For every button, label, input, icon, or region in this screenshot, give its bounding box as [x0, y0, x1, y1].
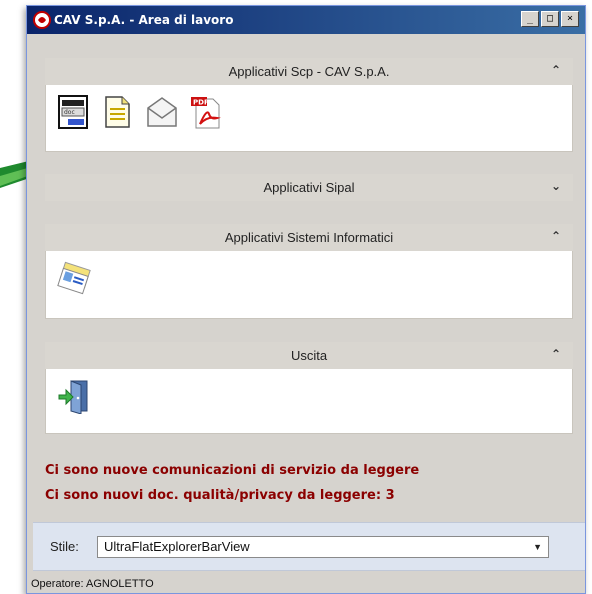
main-window: CAV S.p.A. - Area di lavoro _ □ × Applic…: [26, 5, 586, 594]
exit-door-icon[interactable]: [57, 378, 91, 414]
message-quality-privacy-docs[interactable]: Ci sono nuovi doc. qualità/privacy da le…: [45, 483, 575, 508]
expand-chevron-icon[interactable]: ⌄: [551, 179, 561, 193]
group-title: Applicativi Scp - CAV S.p.A.: [228, 64, 390, 79]
group-title: Applicativi Sipal: [263, 180, 355, 195]
group-header-applicativi-scp[interactable]: Applicativi Scp - CAV S.p.A. ⌃: [45, 58, 573, 85]
group-body-sistemi-informatici: [45, 251, 573, 319]
pdf-icon[interactable]: PDF: [189, 94, 223, 130]
svg-text:PDF: PDF: [193, 99, 209, 107]
document-scan-icon[interactable]: doc: [57, 94, 91, 130]
style-bar: Stile: UltraFlatExplorerBarView ▼: [33, 522, 585, 571]
style-label: Stile:: [50, 539, 79, 554]
group-header-applicativi-sipal[interactable]: Applicativi Sipal ⌄: [45, 174, 573, 201]
group-header-uscita[interactable]: Uscita ⌃: [45, 342, 573, 369]
window-controls: _ □ ×: [521, 11, 579, 27]
minimize-button[interactable]: _: [521, 11, 539, 27]
group-body-uscita: [45, 369, 573, 434]
service-messages: Ci sono nuove comunicazioni di servizio …: [45, 458, 575, 508]
group-applicativi-scp: Applicativi Scp - CAV S.p.A. ⌃ doc PDF: [45, 58, 573, 152]
collapse-chevron-icon[interactable]: ⌃: [551, 63, 561, 77]
style-dropdown-value: UltraFlatExplorerBarView: [104, 539, 250, 554]
group-applicativi-sistemi-informatici: Applicativi Sistemi Informatici ⌃: [45, 224, 573, 319]
close-button[interactable]: ×: [561, 11, 579, 27]
app-logo-icon: [33, 11, 51, 29]
window-title: CAV S.p.A. - Area di lavoro: [54, 13, 234, 27]
operator-label: Operatore: AGNOLETTO: [31, 577, 154, 590]
group-header-sistemi-informatici[interactable]: Applicativi Sistemi Informatici ⌃: [45, 224, 573, 251]
status-bar: Operatore: AGNOLETTO: [31, 573, 585, 594]
svg-text:doc: doc: [64, 109, 75, 116]
group-body-applicativi-scp: doc PDF: [45, 85, 573, 152]
group-title: Applicativi Sistemi Informatici: [224, 230, 394, 245]
group-applicativi-sipal: Applicativi Sipal ⌄: [45, 174, 573, 201]
id-card-icon[interactable]: [57, 260, 91, 296]
collapse-chevron-icon[interactable]: ⌃: [551, 229, 561, 243]
text-file-icon[interactable]: [101, 94, 135, 130]
style-dropdown[interactable]: UltraFlatExplorerBarView ▼: [97, 535, 549, 558]
maximize-button[interactable]: □: [541, 11, 559, 27]
group-title: Uscita: [290, 348, 328, 363]
collapse-chevron-icon[interactable]: ⌃: [551, 347, 561, 361]
group-uscita: Uscita ⌃: [45, 342, 573, 434]
chevron-down-icon[interactable]: ▼: [533, 542, 542, 552]
message-service-communications[interactable]: Ci sono nuove comunicazioni di servizio …: [45, 458, 575, 483]
mail-envelope-icon[interactable]: [145, 94, 179, 130]
title-bar[interactable]: CAV S.p.A. - Area di lavoro _ □ ×: [27, 6, 585, 34]
